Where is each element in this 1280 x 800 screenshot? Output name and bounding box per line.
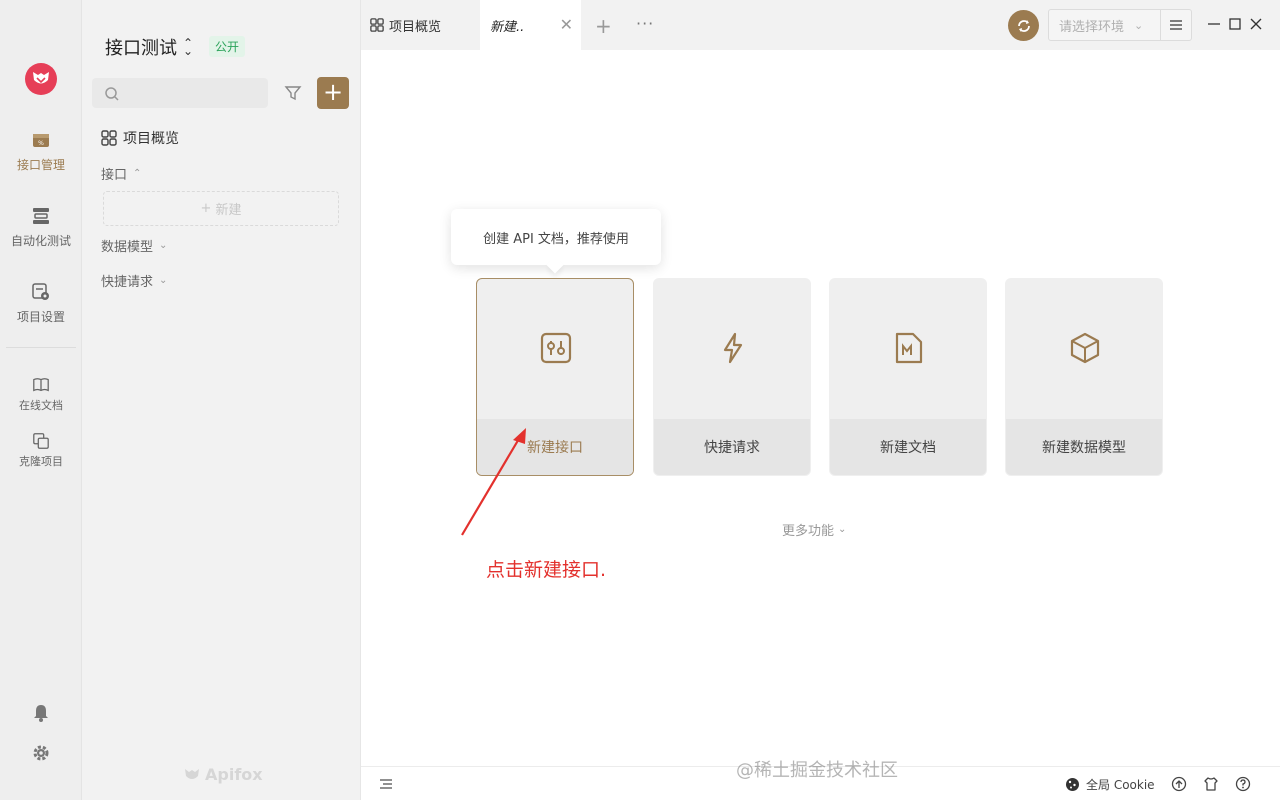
- plus-icon: +: [200, 201, 212, 216]
- maximize-icon[interactable]: [1227, 16, 1243, 32]
- main-content: 创建 API 文档，推荐使用 新建接口 快捷请求 新建文档 新建数据模型 更多功…: [361, 50, 1280, 766]
- chevron-down-icon: ⌄: [1134, 18, 1144, 32]
- environment-placeholder: 请选择环境: [1059, 19, 1125, 35]
- card-new-data-model[interactable]: 新建数据模型: [1005, 278, 1163, 476]
- rail-item-label: 自动化测试: [10, 234, 71, 248]
- outline-list-icon[interactable]: [379, 777, 393, 791]
- add-button[interactable]: +: [317, 77, 349, 109]
- tab-label: 新建..: [490, 19, 525, 35]
- juejin-watermark: @稀土掘金技术社区: [736, 760, 898, 781]
- left-rail: % 接口管理 自动化测试 项目设置 在线文档 克隆项目: [0, 0, 82, 800]
- tab-label: 项目概览: [389, 19, 442, 35]
- card-label: 新建数据模型: [1006, 419, 1162, 475]
- search-icon: [105, 87, 119, 101]
- shirt-icon[interactable]: [1203, 776, 1219, 792]
- brand-name: Apifox: [205, 765, 263, 784]
- sync-button[interactable]: [1008, 10, 1039, 41]
- hamburger-icon: [1170, 20, 1182, 30]
- annotation-text: 点击新建接口.: [486, 559, 607, 581]
- card-new-doc[interactable]: 新建文档: [829, 278, 987, 476]
- tooltip-text: 创建 API 文档，推荐使用: [483, 231, 629, 247]
- card-quick-request[interactable]: 快捷请求: [653, 278, 811, 476]
- rail-item-project-settings[interactable]: 项目设置: [0, 282, 82, 325]
- chevron-up-icon: ⌃: [133, 168, 142, 179]
- tree-group-api[interactable]: 接口 ⌃: [101, 164, 141, 183]
- cookie-label: 全局 Cookie: [1086, 778, 1155, 792]
- environment-select[interactable]: 请选择环境 ⌄: [1048, 9, 1161, 41]
- filter-icon[interactable]: [282, 82, 304, 104]
- tooltip: 创建 API 文档，推荐使用: [451, 209, 661, 265]
- chevron-down-icon: ⌄: [159, 275, 168, 286]
- search-input[interactable]: [126, 82, 262, 104]
- visibility-badge: 公开: [209, 36, 246, 57]
- rail-item-clone-project[interactable]: 克隆项目: [0, 432, 82, 469]
- chevron-down-icon: ⌄: [838, 524, 847, 535]
- book-icon: [33, 378, 49, 392]
- apifox-logo: [25, 63, 57, 95]
- rail-item-label: 项目设置: [16, 310, 65, 324]
- new-api-button[interactable]: + 新建: [103, 191, 339, 226]
- project-settings-icon: [32, 283, 49, 300]
- apifox-brand-watermark: Apifox: [184, 765, 263, 784]
- logo-icon: [33, 72, 49, 84]
- project-sidebar: 接口测试 ⌃ ⌄ 公开 + 项目概览 接口 ⌃ + 新建 数据模型 ⌄ 快捷请求 …: [82, 0, 361, 800]
- upgrade-icon[interactable]: [1171, 776, 1187, 792]
- chevron-up-down-icon: ⌃ ⌄: [183, 36, 194, 58]
- refresh-icon: [1017, 19, 1030, 32]
- rail-item-label: 克隆项目: [19, 455, 63, 468]
- more-tabs-icon[interactable]: ···: [636, 14, 654, 33]
- minimize-icon[interactable]: [1206, 16, 1222, 32]
- tab-new[interactable]: 新建.. ✕: [480, 0, 581, 50]
- rail-divider: [6, 347, 76, 348]
- card-label: 新建文档: [830, 419, 986, 475]
- more-features-toggle[interactable]: 更多功能 ⌄: [782, 520, 846, 539]
- annotation-arrow: [461, 428, 526, 536]
- global-cookie-button[interactable]: 全局 Cookie: [1065, 776, 1155, 793]
- rail-item-online-docs[interactable]: 在线文档: [0, 376, 82, 413]
- rail-item-label: 在线文档: [19, 399, 63, 412]
- new-api-label: 新建: [215, 203, 242, 218]
- tree-group-quick-requests[interactable]: 快捷请求 ⌄: [101, 271, 167, 290]
- api-management-icon: %: [33, 134, 49, 147]
- bell-icon[interactable]: [31, 703, 51, 723]
- tree-group-label: 接口: [101, 168, 128, 183]
- project-title: 接口测试: [105, 38, 177, 59]
- svg-text:%: %: [38, 140, 44, 147]
- tree-group-models[interactable]: 数据模型 ⌄: [101, 236, 167, 255]
- close-icon[interactable]: ✕: [560, 17, 573, 33]
- clone-icon: [33, 433, 49, 449]
- tree-group-label: 数据模型: [101, 240, 154, 255]
- cube-icon: [1070, 332, 1100, 364]
- api-icon: [540, 332, 572, 364]
- help-icon[interactable]: [1235, 776, 1251, 792]
- nav-overview-label: 项目概览: [123, 131, 179, 147]
- nav-project-overview[interactable]: 项目概览: [101, 128, 179, 148]
- card-label: 快捷请求: [654, 419, 810, 475]
- chevron-down-icon: ⌄: [159, 240, 168, 251]
- apifox-icon: [185, 768, 199, 779]
- tab-project-overview[interactable]: 项目概览: [370, 0, 441, 50]
- lightning-icon: [723, 332, 743, 364]
- cookie-icon: [1066, 778, 1079, 791]
- rail-item-automation-test[interactable]: 自动化测试: [0, 206, 82, 249]
- gear-icon[interactable]: [31, 743, 51, 763]
- rail-item-api-management[interactable]: % 接口管理: [0, 130, 82, 173]
- environment-menu-button[interactable]: [1160, 9, 1192, 41]
- add-tab-button[interactable]: +: [595, 14, 612, 38]
- automation-test-icon: [33, 208, 49, 224]
- project-switcher[interactable]: 接口测试 ⌃ ⌄: [105, 34, 193, 60]
- tree-group-label: 快捷请求: [101, 275, 154, 290]
- grid-icon: [101, 130, 117, 146]
- grid-icon: [370, 18, 384, 32]
- close-window-icon[interactable]: [1248, 16, 1264, 32]
- more-features-label: 更多功能: [782, 524, 835, 539]
- rail-item-label: 接口管理: [16, 158, 65, 172]
- tab-bar: 项目概览 新建.. ✕ + ··· 请选择环境 ⌄: [361, 0, 1280, 50]
- markdown-doc-icon: [895, 332, 923, 364]
